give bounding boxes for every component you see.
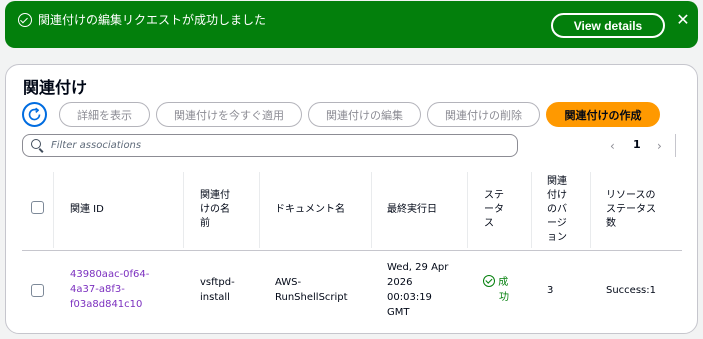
column-divider: [53, 172, 54, 248]
view-details-button[interactable]: View details: [551, 13, 665, 38]
header-document-name[interactable]: ドキュメント名: [275, 170, 370, 250]
header-version[interactable]: 関連 付け のバ ージ ョン: [547, 170, 583, 250]
header-resource-status[interactable]: リソースの ステータス 数: [606, 170, 682, 250]
resource-status-cell: Success:1: [606, 285, 656, 296]
document-name-cell: AWS- RunShellScript: [275, 277, 348, 303]
flash-message: 関連付けの編集リクエストが成功しました: [38, 13, 267, 27]
chevron-right-icon[interactable]: ›: [657, 139, 662, 153]
create-association-button[interactable]: 関連付けの作成: [546, 102, 660, 127]
column-divider: [590, 172, 591, 248]
pager-divider: [675, 134, 676, 157]
view-details-table-button[interactable]: 詳細を表示: [59, 102, 150, 127]
search-icon: [31, 139, 41, 149]
column-divider: [371, 172, 372, 248]
status-badge: 成 功: [483, 275, 525, 305]
table-header-divider: [22, 250, 682, 251]
header-status[interactable]: ステ ータ ス: [484, 170, 524, 250]
header-last-run[interactable]: 最終実行日: [387, 170, 467, 250]
column-divider: [467, 172, 468, 248]
check-circle-icon: [18, 13, 32, 27]
search-input[interactable]: [51, 137, 511, 153]
association-name-cell: vsftpd- install: [200, 277, 235, 303]
page-title: 関連付け: [23, 78, 88, 97]
association-id-link[interactable]: 43980aac-0f64- 4a37-a8f3- f03a8d841c10: [70, 267, 180, 312]
header-association-name[interactable]: 関連付 けの名 前: [200, 170, 255, 250]
check-circle-icon: [483, 275, 495, 287]
delete-association-button[interactable]: 関連付けの削除: [427, 102, 540, 127]
last-run-cell: Wed, 29 Apr 2026 00:03:19 GMT: [387, 262, 449, 318]
refresh-icon: [28, 107, 41, 121]
page-number[interactable]: 1: [633, 138, 641, 151]
associations-panel: 関連付け 詳細を表示 関連付けを今すぐ適用 関連付けの編集 関連付けの削除 関連…: [5, 64, 698, 334]
close-icon[interactable]: ✕: [676, 10, 690, 30]
edit-association-button[interactable]: 関連付けの編集: [308, 102, 421, 127]
search-box: [22, 134, 518, 157]
column-divider: [259, 172, 260, 248]
success-flash-banner: 関連付けの編集リクエストが成功しました View details ✕: [5, 1, 698, 48]
column-divider: [183, 172, 184, 248]
header-association-id[interactable]: 関連 ID: [70, 170, 180, 250]
refresh-button[interactable]: [22, 102, 47, 127]
select-all-checkbox[interactable]: [31, 201, 44, 214]
row-checkbox[interactable]: [31, 284, 44, 297]
column-divider: [531, 172, 532, 248]
chevron-left-icon[interactable]: ‹: [610, 139, 615, 153]
version-cell: 3: [547, 285, 554, 296]
apply-now-button[interactable]: 関連付けを今すぐ適用: [156, 102, 302, 127]
